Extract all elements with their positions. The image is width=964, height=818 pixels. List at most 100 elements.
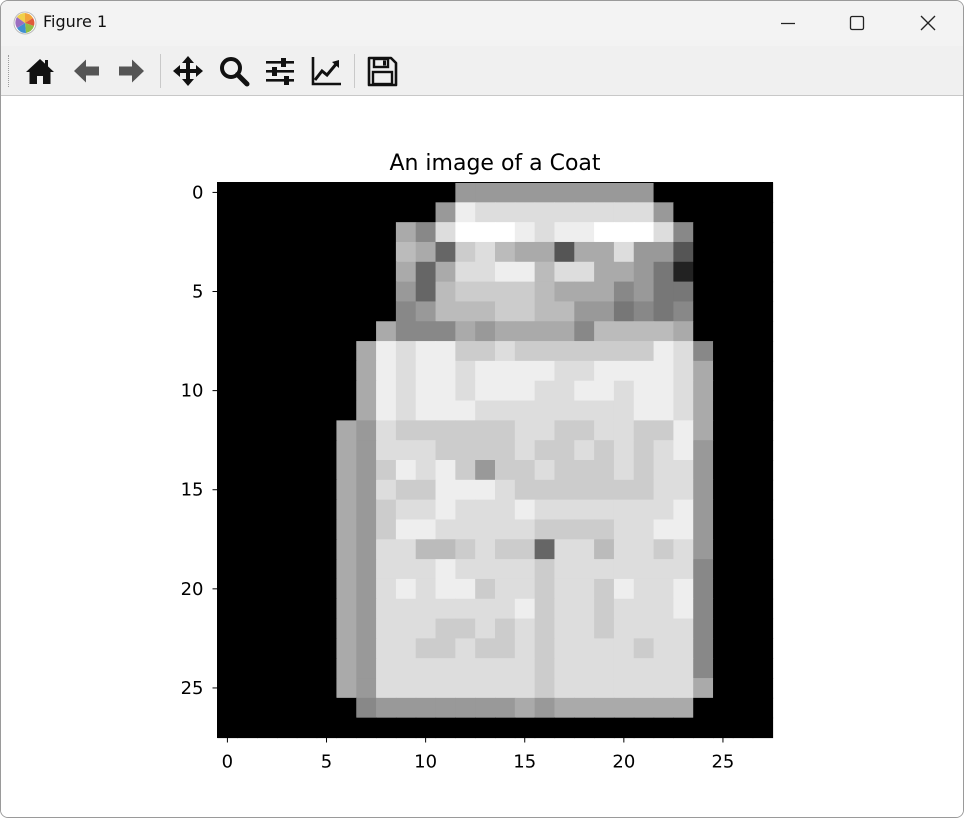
- heatmap-cell: [534, 321, 556, 342]
- heatmap-cell: [752, 261, 774, 283]
- heatmap-cell: [713, 717, 734, 739]
- heatmap-cell: [713, 479, 734, 501]
- heatmap-cell: [435, 479, 456, 501]
- heatmap-cell: [653, 261, 674, 283]
- heatmap-cell: [395, 261, 417, 283]
- figure-svg: An image of a Coat 0 5 10 15 20 25 0 5 10 15 20 25: [181, 151, 774, 773]
- pan-button[interactable]: [169, 53, 207, 89]
- heatmap-cell: [594, 638, 615, 659]
- heatmap-cell: [435, 360, 456, 382]
- heatmap-cell: [594, 341, 615, 362]
- heatmap-cell: [495, 697, 516, 719]
- heatmap-cell: [336, 420, 357, 441]
- heatmap-cell: [514, 658, 536, 679]
- heatmap-cell: [376, 400, 397, 421]
- title-bar[interactable]: Figure 1: [1, 1, 963, 46]
- heatmap-cell: [217, 717, 238, 739]
- heatmap-cell: [574, 678, 595, 699]
- edit-axis-button[interactable]: [307, 53, 345, 89]
- heatmap-cell: [594, 578, 615, 600]
- heatmap-cell: [653, 559, 674, 580]
- heatmap-cell: [653, 341, 674, 362]
- heatmap-cell: [276, 360, 298, 382]
- heatmap-cell: [257, 380, 278, 402]
- heatmap-cell: [574, 400, 595, 421]
- heatmap-cell: [613, 420, 635, 441]
- heatmap-cell: [693, 261, 714, 283]
- heatmap-cell: [217, 638, 238, 659]
- heatmap-cell: [574, 559, 595, 580]
- heatmap-cell: [415, 539, 437, 560]
- heatmap-cell: [395, 420, 417, 441]
- heatmap-cell: [376, 559, 397, 580]
- heatmap-cell: [653, 182, 674, 203]
- heatmap-cell: [455, 618, 476, 639]
- zoom-button[interactable]: [215, 53, 253, 89]
- heatmap-cell: [495, 301, 516, 322]
- heatmap-cell: [653, 618, 674, 639]
- heatmap-cell: [713, 539, 734, 560]
- heatmap-cell: [237, 539, 258, 560]
- heatmap-cell: [217, 202, 238, 223]
- heatmap-cell: [296, 341, 318, 362]
- heatmap-cell: [673, 301, 694, 322]
- heatmap-cell: [673, 261, 694, 283]
- heatmap-cell: [376, 281, 397, 303]
- heatmap-cell: [257, 301, 278, 322]
- heatmap-cell: [732, 400, 754, 421]
- heatmap-cell: [435, 678, 456, 699]
- heatmap-cell: [376, 182, 397, 203]
- configure-subplots-button[interactable]: [261, 53, 299, 89]
- close-button[interactable]: [905, 1, 951, 46]
- heatmap-cell: [395, 380, 417, 402]
- heatmap-cell: [752, 678, 774, 699]
- heatmap-cell: [752, 321, 774, 342]
- heatmap-cell: [435, 598, 456, 620]
- heatmap-cell: [713, 400, 734, 421]
- heatmap-cell: [257, 400, 278, 421]
- heatmap-cell: [534, 380, 556, 402]
- heatmap-cell: [376, 261, 397, 283]
- heatmap-cell: [752, 598, 774, 620]
- heatmap-cell: [217, 321, 238, 342]
- heatmap-cell: [395, 241, 417, 263]
- heatmap-cell: [237, 697, 258, 719]
- heatmap-cell: [237, 261, 258, 283]
- heatmap-cell: [534, 182, 556, 203]
- heatmap-cell: [316, 301, 338, 322]
- heatmap-cell: [376, 519, 397, 540]
- heatmap-cell: [455, 519, 476, 540]
- heatmap-cell: [217, 341, 238, 362]
- minimize-button[interactable]: [765, 1, 811, 46]
- heatmap-cell: [673, 460, 694, 481]
- heatmap-cell: [356, 697, 377, 719]
- heatmap-cell: [336, 261, 357, 283]
- heatmap-cell: [257, 499, 278, 521]
- heatmap-cell: [237, 400, 258, 421]
- figure-canvas[interactable]: An image of a Coat 0 5 10 15 20 25 0 5 10 15 20 25: [1, 96, 963, 817]
- heatmap-cell: [257, 460, 278, 481]
- home-button[interactable]: [21, 53, 59, 89]
- heatmap-cell: [257, 241, 278, 263]
- heatmap-cell: [732, 618, 754, 639]
- heatmap-cell: [594, 618, 615, 639]
- heatmap-cell: [514, 360, 536, 382]
- heatmap-cell: [534, 559, 556, 580]
- heatmap-cell: [732, 360, 754, 382]
- back-button[interactable]: [67, 53, 105, 89]
- heatmap-cell: [594, 281, 615, 303]
- heatmap-cell: [376, 202, 397, 223]
- heatmap-cell: [653, 321, 674, 342]
- heatmap-cell: [653, 638, 674, 659]
- heatmap-cell: [713, 380, 734, 402]
- heatmap-cell: [713, 440, 734, 461]
- heatmap-cell: [514, 380, 536, 402]
- maximize-button[interactable]: [834, 1, 880, 46]
- toolbar-grip[interactable]: [8, 55, 11, 87]
- heatmap-cell: [475, 717, 496, 739]
- heatmap-cell: [395, 321, 417, 342]
- heatmap-cell: [376, 222, 397, 243]
- save-button[interactable]: [363, 53, 401, 89]
- forward-button[interactable]: [113, 53, 151, 89]
- heatmap-cell: [475, 301, 496, 322]
